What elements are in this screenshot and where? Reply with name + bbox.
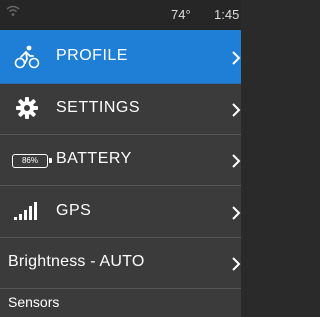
menu-item-label: GPS bbox=[56, 202, 92, 219]
menu-item-gps[interactable]: GPS bbox=[0, 186, 241, 238]
gear-icon bbox=[16, 97, 38, 119]
clock-time: 1:45 bbox=[214, 7, 240, 22]
menu-item-brightness[interactable]: Brightness - AUTO bbox=[0, 238, 241, 289]
menu-item-label: BATTERY bbox=[56, 150, 132, 167]
chevron-right-icon bbox=[232, 257, 241, 271]
menu-item-label: Sensors bbox=[8, 294, 60, 310]
chevron-right-icon bbox=[232, 51, 241, 65]
battery-icon: 86% bbox=[12, 154, 52, 168]
chevron-right-icon bbox=[232, 154, 241, 168]
menu-item-label: PROFILE bbox=[56, 47, 128, 64]
menu-item-sensors[interactable]: Sensors bbox=[0, 289, 241, 317]
menu-item-profile[interactable]: PROFILE bbox=[0, 30, 241, 84]
chevron-right-icon bbox=[232, 103, 241, 117]
menu-item-label: SETTINGS bbox=[56, 99, 141, 116]
cyclist-icon bbox=[14, 45, 40, 69]
chevron-right-icon bbox=[232, 206, 241, 220]
temperature-readout: 74° bbox=[171, 7, 191, 22]
status-bar: 74° 1:45 bbox=[0, 0, 241, 30]
menu-item-settings[interactable]: SETTINGS bbox=[0, 84, 241, 135]
signal-bars-icon bbox=[14, 202, 37, 220]
wifi-icon bbox=[6, 5, 20, 16]
device-screen: 74° 1:45 PROFILE SETTINGS 86% BATTERY GP… bbox=[0, 0, 241, 317]
menu-item-battery[interactable]: 86% BATTERY bbox=[0, 135, 241, 186]
battery-percent: 86% bbox=[21, 156, 38, 165]
menu-item-label: Brightness - AUTO bbox=[8, 253, 145, 270]
